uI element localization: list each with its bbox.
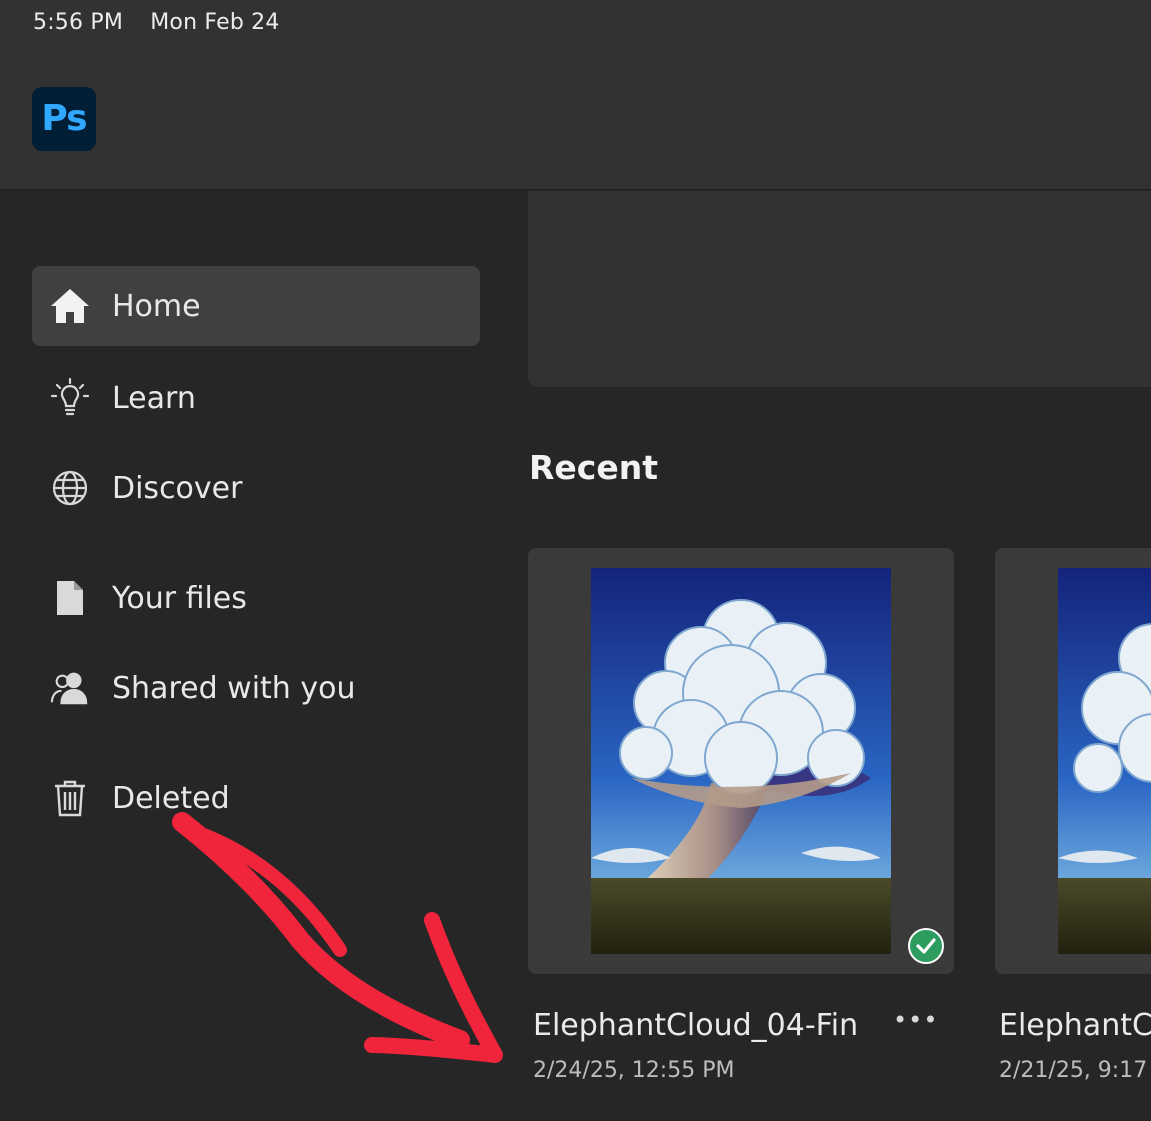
- people-icon: [50, 668, 90, 708]
- photoshop-logo[interactable]: Ps: [32, 87, 96, 151]
- section-title-recent: Recent: [529, 448, 659, 487]
- sidebar-item-shared[interactable]: Shared with you: [32, 648, 480, 728]
- recent-file-date: 2/24/25, 12:55 PM: [533, 1058, 735, 1083]
- status-time: 5:56 PM: [33, 10, 124, 35]
- promo-banner[interactable]: [528, 191, 1151, 387]
- file-thumbnail: [591, 568, 891, 954]
- recent-file-name[interactable]: ElephantCloud_04-Fin: [533, 1008, 858, 1043]
- top-bar: 5:56 PM Mon Feb 24 Ps: [0, 0, 1151, 190]
- synced-check-icon: [908, 928, 944, 964]
- sidebar-item-label: Shared with you: [112, 670, 356, 706]
- more-options-button[interactable]: •••: [893, 1006, 937, 1034]
- trash-icon: [50, 778, 90, 818]
- sidebar-item-label: Your files: [112, 580, 247, 616]
- recent-file-name[interactable]: ElephantCloud: [999, 1008, 1151, 1043]
- sidebar: Home Learn Discover Your files Shared wi…: [0, 191, 510, 1121]
- status-date: Mon Feb 24: [150, 10, 280, 35]
- sidebar-item-discover[interactable]: Discover: [32, 448, 480, 528]
- status-bar: 5:56 PM Mon Feb 24: [33, 10, 300, 35]
- globe-icon: [50, 468, 90, 508]
- lightbulb-icon: [50, 377, 90, 418]
- sidebar-item-label: Discover: [112, 470, 243, 506]
- sidebar-item-label: Home: [112, 288, 201, 324]
- sidebar-item-home[interactable]: Home: [32, 266, 480, 346]
- recent-file-card[interactable]: [528, 548, 954, 974]
- sidebar-item-learn[interactable]: Learn: [32, 358, 480, 438]
- file-icon: [50, 578, 90, 618]
- recent-file-card[interactable]: [995, 548, 1151, 974]
- sidebar-item-label: Deleted: [112, 780, 230, 816]
- recent-file-meta-clipped: ElephantCloud 2/21/25, 9:17 PM: [995, 1000, 1151, 1110]
- file-thumbnail: [1058, 568, 1151, 954]
- home-icon: [50, 286, 90, 326]
- recent-file-date: 2/21/25, 9:17 PM: [999, 1058, 1151, 1083]
- sidebar-item-deleted[interactable]: Deleted: [32, 758, 480, 838]
- sidebar-item-label: Learn: [112, 380, 196, 416]
- sidebar-item-your-files[interactable]: Your files: [32, 558, 480, 638]
